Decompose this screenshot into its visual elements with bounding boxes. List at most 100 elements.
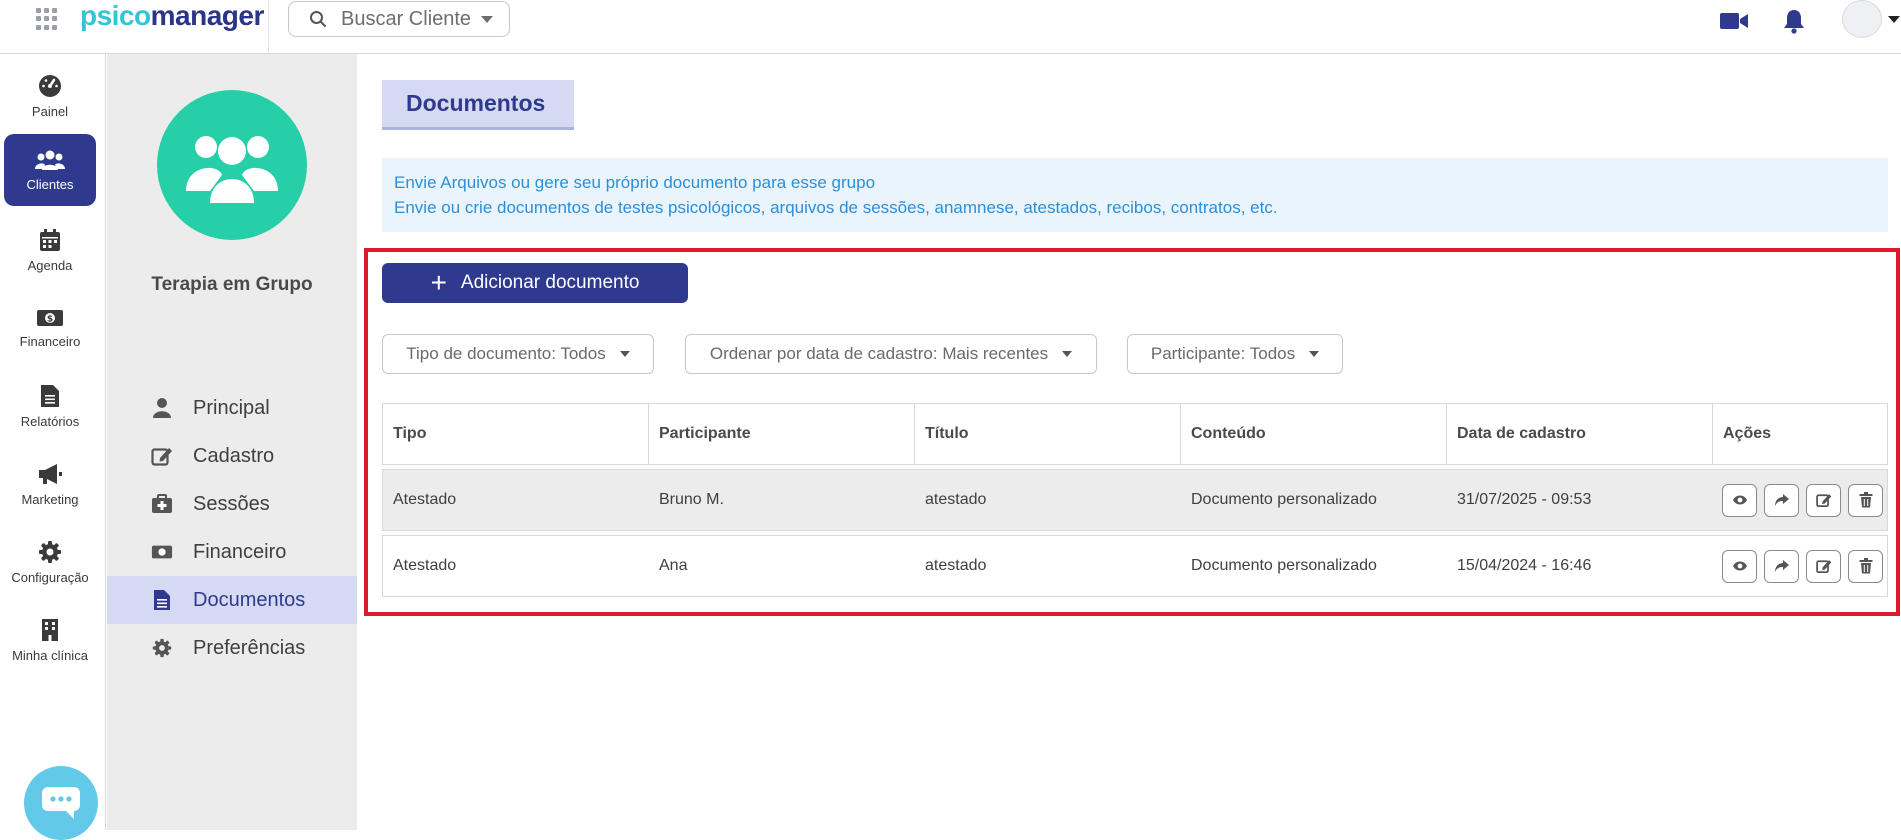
document-type-filter[interactable]: Tipo de documento: Todos <box>382 334 654 374</box>
plus-icon: + <box>430 267 447 298</box>
user-icon <box>153 398 171 418</box>
row-actions <box>1713 549 1883 583</box>
client-search-select[interactable]: Buscar Cliente <box>288 1 510 37</box>
document-icon <box>154 590 170 610</box>
logo-part-psico: psico <box>80 0 151 31</box>
money-icon <box>151 545 173 559</box>
participant-filter[interactable]: Participante: Todos <box>1127 334 1343 374</box>
notifications-button[interactable] <box>1776 4 1812 38</box>
cell-tipo: Atestado <box>393 491 457 508</box>
subnav-principal[interactable]: Principal <box>107 384 357 432</box>
dashboard-icon <box>39 74 61 97</box>
nav-label: Configuração <box>11 569 89 585</box>
top-bar: psicomanager Buscar Cliente <box>0 0 1901 54</box>
share-button[interactable] <box>1764 483 1799 517</box>
nav-minha-clinica[interactable]: Minha clínica <box>4 604 96 676</box>
user-avatar[interactable] <box>1842 0 1882 38</box>
edit-button[interactable] <box>1806 549 1841 583</box>
bell-icon <box>1784 10 1804 34</box>
column-header[interactable]: Título <box>915 404 1181 464</box>
trash-icon <box>1859 558 1872 574</box>
info-box: Envie Arquivos ou gere seu próprio docum… <box>382 158 1888 232</box>
nav-label: Marketing <box>21 491 79 507</box>
trash-icon <box>1859 492 1872 508</box>
add-document-button[interactable]: + Adicionar documento <box>382 263 688 303</box>
nav-painel[interactable]: Painel <box>4 60 96 132</box>
video-call-button[interactable] <box>1716 4 1752 38</box>
subnav-label: Cadastro <box>193 444 275 467</box>
edit-icon <box>151 448 172 466</box>
row-actions <box>1713 483 1883 517</box>
nav-clientes[interactable]: Clientes <box>4 134 96 206</box>
delete-button[interactable] <box>1848 549 1883 583</box>
subnav-label: Principal <box>193 396 270 419</box>
apps-grid-icon[interactable] <box>36 8 58 30</box>
logo[interactable]: psicomanager <box>80 0 264 32</box>
group-avatar <box>157 90 307 240</box>
delete-button[interactable] <box>1848 483 1883 517</box>
filter-label: Ordenar por data de cadastro: Mais recen… <box>709 344 1049 363</box>
eye-icon <box>1732 561 1747 571</box>
nav-financeiro[interactable]: $ Financeiro <box>4 292 96 364</box>
column-header[interactable]: Conteúdo <box>1181 404 1447 464</box>
client-subnav: Terapia em Grupo Principal Cadastro Sess… <box>107 54 357 830</box>
nav-configuracao[interactable]: Configuração <box>4 526 96 598</box>
search-icon <box>310 11 326 27</box>
subnav-financeiro[interactable]: Financeiro <box>107 528 357 576</box>
video-camera-icon <box>1720 13 1748 29</box>
cell-titulo: atestado <box>925 491 987 508</box>
logo-part-manager: manager <box>150 0 265 31</box>
share-button[interactable] <box>1764 549 1799 583</box>
subnav-sessoes[interactable]: Sessões <box>107 480 357 528</box>
money-icon: $ <box>37 309 63 326</box>
filter-label: Tipo de documento: Todos <box>406 344 606 363</box>
view-button[interactable] <box>1722 549 1757 583</box>
subnav-label: Documentos <box>193 588 306 611</box>
subnav-label: Sessões <box>193 492 270 515</box>
divider <box>268 0 269 54</box>
cell-participante: Bruno M. <box>659 491 724 508</box>
chevron-down-icon[interactable] <box>1888 16 1900 23</box>
subnav-documentos[interactable]: Documentos <box>107 576 357 624</box>
cell-tipo: Atestado <box>393 557 457 574</box>
edit-icon <box>1815 560 1831 574</box>
client-name: Terapia em Grupo <box>151 274 313 295</box>
column-header: Ações <box>1723 425 1772 442</box>
cell-conteudo: Documento personalizado <box>1191 491 1377 508</box>
table-row[interactable]: Atestado Bruno M. atestado Documento per… <box>382 469 1888 531</box>
nav-label: Financeiro <box>19 333 81 349</box>
group-icon <box>186 136 278 203</box>
filter-label: Participante: Todos <box>1150 344 1296 363</box>
column-header[interactable]: Tipo <box>383 404 649 464</box>
nav-label: Agenda <box>27 257 73 273</box>
subnav-cadastro[interactable]: Cadastro <box>107 432 357 480</box>
cell-participante: Ana <box>659 557 688 574</box>
edit-icon <box>1815 494 1831 508</box>
table-row[interactable]: Atestado Ana atestado Documento personal… <box>382 535 1888 597</box>
gear-icon <box>152 638 172 658</box>
cell-data: 31/07/2025 - 09:53 <box>1457 491 1592 508</box>
nav-relatorios[interactable]: Relatórios <box>4 370 96 442</box>
table-header: Tipo Participante Título Conteúdo Data d… <box>382 403 1888 465</box>
column-header[interactable]: Data de cadastro <box>1447 404 1713 464</box>
nav-agenda[interactable]: Agenda <box>4 214 96 286</box>
nav-marketing[interactable]: Marketing <box>4 448 96 520</box>
share-icon <box>1774 560 1789 572</box>
eye-icon <box>1732 495 1747 505</box>
order-filter[interactable]: Ordenar por data de cadastro: Mais recen… <box>685 334 1097 374</box>
column-header[interactable]: Participante <box>649 404 915 464</box>
chevron-down-icon <box>619 351 630 357</box>
edit-button[interactable] <box>1806 483 1841 517</box>
svg-text:$: $ <box>47 314 53 324</box>
cell-conteudo: Documento personalizado <box>1191 557 1377 574</box>
view-button[interactable] <box>1722 483 1757 517</box>
subnav-preferencias[interactable]: Preferências <box>107 624 357 672</box>
cell-data: 15/04/2024 - 16:46 <box>1457 557 1592 574</box>
add-document-label: Adicionar documento <box>460 272 640 293</box>
main-navigation-rail: Painel Clientes Agenda $ Financeiro Rela… <box>0 54 106 840</box>
cell-titulo: atestado <box>925 557 987 574</box>
chevron-down-icon <box>1062 351 1073 357</box>
chevron-down-icon <box>1309 351 1320 357</box>
support-chat-button[interactable] <box>24 766 98 840</box>
subnav-label: Preferências <box>193 636 306 659</box>
